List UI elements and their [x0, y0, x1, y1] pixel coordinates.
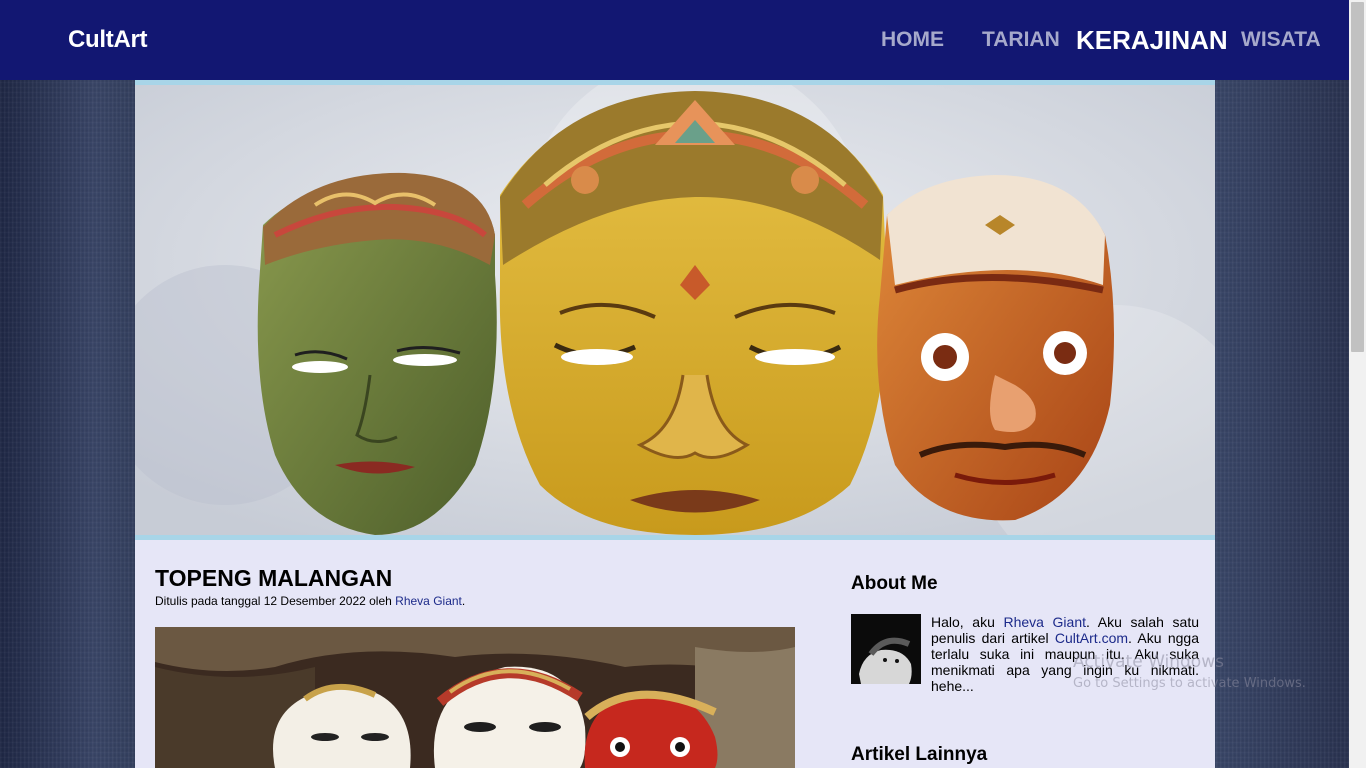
- about-text-intro: Halo, aku: [931, 614, 1004, 630]
- vertical-scrollbar[interactable]: [1349, 0, 1366, 768]
- about-me-text: Halo, aku Rheva Giant. Aku salah satu pe…: [931, 614, 1199, 694]
- scrollbar-thumb[interactable]: [1351, 2, 1364, 352]
- brand-logo[interactable]: CultArt: [68, 26, 148, 54]
- about-me-title: About Me: [851, 573, 938, 594]
- article-title: TOPENG MALANGAN: [155, 565, 393, 591]
- main-content: TOPENG MALANGAN Ditulis pada tanggal 12 …: [135, 80, 1215, 768]
- navbar: CultArt HOME TARIAN KERAJINAN WISATA: [0, 0, 1349, 80]
- avatar-photo: [851, 614, 921, 684]
- masks-illustration: [135, 85, 1215, 535]
- nav-wisata[interactable]: WISATA: [1241, 29, 1321, 51]
- malangan-masks-photo: [155, 627, 795, 768]
- nav-tarian[interactable]: TARIAN: [982, 29, 1060, 51]
- other-articles-title: Artikel Lainnya: [851, 744, 988, 765]
- nav-kerajinan[interactable]: KERAJINAN: [1076, 27, 1228, 53]
- green-mask: [257, 172, 497, 535]
- hero-banner: [135, 80, 1215, 540]
- nav-home[interactable]: HOME: [881, 29, 944, 51]
- orange-mask: [877, 175, 1114, 521]
- author-name-link[interactable]: Rheva Giant: [1003, 614, 1086, 630]
- article-date: Ditulis pada tanggal 12 Desember 2022 ol…: [155, 594, 396, 608]
- article-meta-end: .: [461, 594, 466, 608]
- site-link[interactable]: CultArt.com: [1055, 630, 1128, 646]
- author-link[interactable]: Rheva Giant: [395, 594, 462, 608]
- gold-mask: [499, 91, 888, 535]
- article-image: [155, 627, 795, 768]
- article-meta: Ditulis pada tanggal 12 Desember 2022 ol…: [155, 594, 465, 608]
- avatar: [851, 614, 921, 684]
